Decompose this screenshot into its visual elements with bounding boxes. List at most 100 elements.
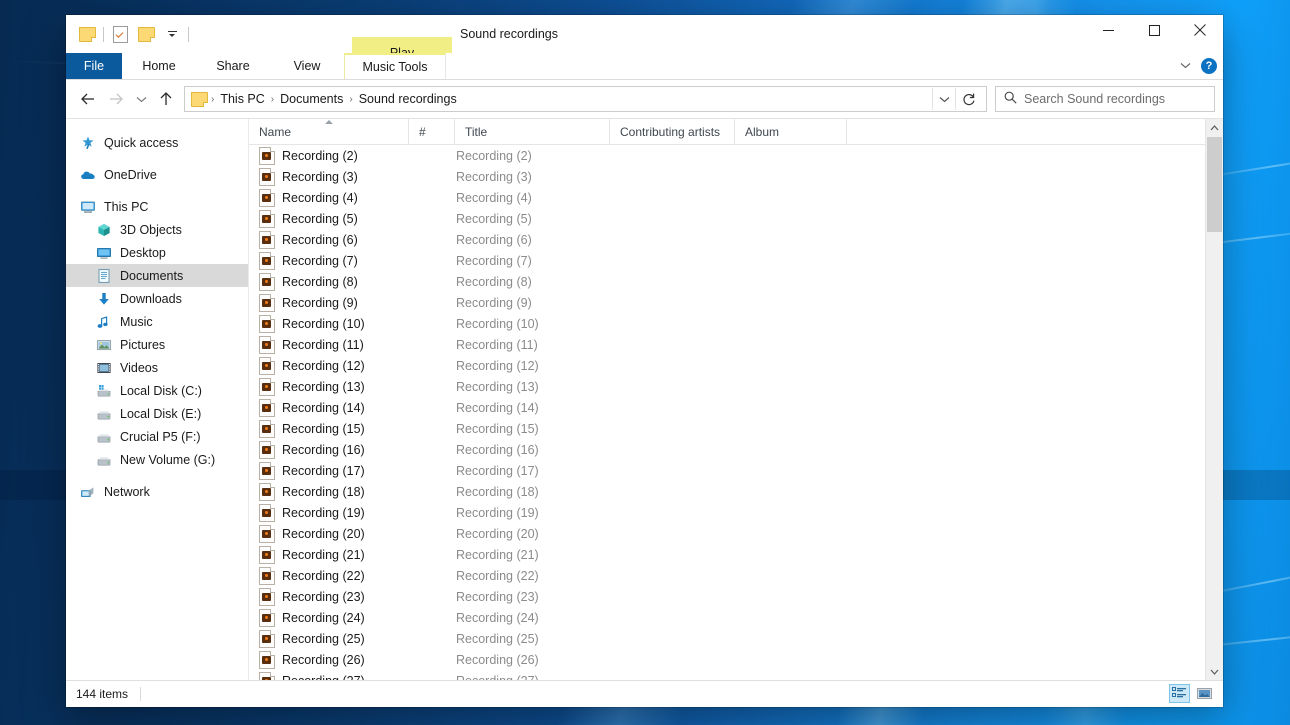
column-header-track-number[interactable]: # bbox=[409, 119, 455, 144]
table-row[interactable]: Recording (17) Recording (17) bbox=[249, 460, 1223, 481]
file-name-cell[interactable]: Recording (12) bbox=[249, 356, 409, 375]
search-input[interactable]: Search Sound recordings bbox=[995, 86, 1215, 112]
table-row[interactable]: Recording (15) Recording (15) bbox=[249, 418, 1223, 439]
table-row[interactable]: Recording (19) Recording (19) bbox=[249, 502, 1223, 523]
qat-new-folder-icon[interactable] bbox=[133, 21, 159, 47]
table-row[interactable]: Recording (18) Recording (18) bbox=[249, 481, 1223, 502]
table-row[interactable]: Recording (27)Recording (27) bbox=[249, 670, 1223, 680]
file-name-cell[interactable]: Recording (23) bbox=[249, 587, 409, 606]
sidebar-item-videos[interactable]: Videos bbox=[66, 356, 248, 379]
breadcrumb-item-this-pc[interactable]: This PC bbox=[215, 88, 269, 110]
sidebar-item-crucial-p5-f[interactable]: Crucial P5 (F:) bbox=[66, 425, 248, 448]
ribbon-tab-file[interactable]: File bbox=[66, 53, 122, 79]
file-rows-container[interactable]: Recording (2) Recording (2) Recording (3) R… bbox=[249, 145, 1223, 680]
sidebar-item-this-pc[interactable]: This PC bbox=[66, 195, 248, 218]
file-name-cell[interactable]: Recording (9) bbox=[249, 293, 409, 312]
qat-folder-icon[interactable] bbox=[74, 21, 100, 47]
back-arrow-icon[interactable] bbox=[74, 84, 102, 114]
sidebar-item-documents[interactable]: Documents bbox=[66, 264, 248, 287]
table-row[interactable]: Recording (3) Recording (3) bbox=[249, 166, 1223, 187]
address-dropdown-chevron-down-icon[interactable] bbox=[932, 88, 955, 110]
table-row[interactable]: Recording (24) Recording (24) bbox=[249, 607, 1223, 628]
file-name-cell[interactable]: Recording (2) bbox=[249, 146, 409, 165]
file-name-cell[interactable]: Recording (21) bbox=[249, 545, 409, 564]
refresh-icon[interactable] bbox=[955, 88, 982, 110]
file-name-cell[interactable]: Recording (3) bbox=[249, 167, 409, 186]
table-row[interactable]: Recording (2) Recording (2) bbox=[249, 145, 1223, 166]
maximize-button[interactable] bbox=[1131, 15, 1177, 45]
file-name-cell[interactable]: Recording (10) bbox=[249, 314, 409, 333]
file-name-cell[interactable]: Recording (20) bbox=[249, 524, 409, 543]
sidebar-item-desktop[interactable]: Desktop bbox=[66, 241, 248, 264]
sidebar-item-downloads[interactable]: Downloads bbox=[66, 287, 248, 310]
ribbon-tab-music-tools[interactable]: Music Tools bbox=[344, 53, 446, 79]
file-name-cell[interactable]: Recording (15) bbox=[249, 419, 409, 438]
sidebar-item-onedrive[interactable]: OneDrive bbox=[66, 163, 248, 186]
qat-properties-icon[interactable] bbox=[107, 21, 133, 47]
table-row[interactable]: Recording (26) Recording (26) bbox=[249, 649, 1223, 670]
table-row[interactable]: Recording (7) Recording (7) bbox=[249, 250, 1223, 271]
table-row[interactable]: Recording (16) Recording (16) bbox=[249, 439, 1223, 460]
ribbon-tab-view[interactable]: View bbox=[270, 53, 344, 79]
sidebar-item-local-disk-c[interactable]: Local Disk (C:) bbox=[66, 379, 248, 402]
sidebar-item-music[interactable]: Music bbox=[66, 310, 248, 333]
table-row[interactable]: Recording (10) Recording (10) bbox=[249, 313, 1223, 334]
file-name-cell[interactable]: Recording (22) bbox=[249, 566, 409, 585]
column-header-title[interactable]: Title bbox=[455, 119, 610, 144]
help-icon[interactable]: ? bbox=[1201, 58, 1217, 74]
table-row[interactable]: Recording (5) Recording (5) bbox=[249, 208, 1223, 229]
minimize-button[interactable] bbox=[1085, 15, 1131, 45]
file-name-cell[interactable]: Recording (27) bbox=[249, 671, 409, 680]
file-name-cell[interactable]: Recording (25) bbox=[249, 629, 409, 648]
column-header-name[interactable]: Name bbox=[249, 119, 409, 144]
file-name-cell[interactable]: Recording (13) bbox=[249, 377, 409, 396]
ribbon-tab-share[interactable]: Share bbox=[196, 53, 270, 79]
large-icons-view-button[interactable] bbox=[1194, 684, 1215, 703]
table-row[interactable]: Recording (22) Recording (22) bbox=[249, 565, 1223, 586]
up-arrow-icon[interactable] bbox=[152, 84, 180, 114]
qat-customize-dropdown[interactable] bbox=[159, 21, 185, 47]
table-row[interactable]: Recording (4) Recording (4) bbox=[249, 187, 1223, 208]
file-name-cell[interactable]: Recording (26) bbox=[249, 650, 409, 669]
file-name-cell[interactable]: Recording (5) bbox=[249, 209, 409, 228]
file-name-cell[interactable]: Recording (17) bbox=[249, 461, 409, 480]
table-row[interactable]: Recording (6) Recording (6) bbox=[249, 229, 1223, 250]
ribbon-tab-home[interactable]: Home bbox=[122, 53, 196, 79]
recent-locations-chevron-down-icon[interactable] bbox=[130, 84, 152, 114]
sidebar-item-network[interactable]: Network bbox=[66, 480, 248, 503]
table-row[interactable]: Recording (25) Recording (25) bbox=[249, 628, 1223, 649]
address-breadcrumb-field[interactable]: › This PC › Documents › Sound recordings bbox=[184, 86, 987, 112]
table-row[interactable]: Recording (21) Recording (21) bbox=[249, 544, 1223, 565]
file-name-cell[interactable]: Recording (19) bbox=[249, 503, 409, 522]
table-row[interactable]: Recording (23) Recording (23) bbox=[249, 586, 1223, 607]
file-name-cell[interactable]: Recording (8) bbox=[249, 272, 409, 291]
table-row[interactable]: Recording (8) Recording (8) bbox=[249, 271, 1223, 292]
file-name-cell[interactable]: Recording (11) bbox=[249, 335, 409, 354]
file-name-cell[interactable]: Recording (4) bbox=[249, 188, 409, 207]
scroll-down-arrow-icon[interactable] bbox=[1206, 663, 1223, 680]
scroll-up-arrow-icon[interactable] bbox=[1206, 119, 1223, 136]
sidebar-item-3d-objects[interactable]: 3D Objects bbox=[66, 218, 248, 241]
column-header-contributing-artists[interactable]: Contributing artists bbox=[610, 119, 735, 144]
breadcrumb-item-documents[interactable]: Documents bbox=[275, 88, 348, 110]
file-name-cell[interactable]: Recording (24) bbox=[249, 608, 409, 627]
file-name-cell[interactable]: Recording (14) bbox=[249, 398, 409, 417]
breadcrumb-item-sound-recordings[interactable]: Sound recordings bbox=[354, 88, 462, 110]
forward-arrow-icon[interactable] bbox=[102, 84, 130, 114]
scrollbar-thumb[interactable] bbox=[1207, 137, 1222, 232]
sidebar-item-local-disk-e[interactable]: Local Disk (E:) bbox=[66, 402, 248, 425]
table-row[interactable]: Recording (9) Recording (9) bbox=[249, 292, 1223, 313]
file-name-cell[interactable]: Recording (7) bbox=[249, 251, 409, 270]
sidebar-item-pictures[interactable]: Pictures bbox=[66, 333, 248, 356]
table-row[interactable]: Recording (12) Recording (12) bbox=[249, 355, 1223, 376]
details-view-button[interactable] bbox=[1169, 684, 1190, 703]
close-button[interactable] bbox=[1177, 15, 1223, 45]
table-row[interactable]: Recording (11) Recording (11) bbox=[249, 334, 1223, 355]
file-name-cell[interactable]: Recording (16) bbox=[249, 440, 409, 459]
file-name-cell[interactable]: Recording (6) bbox=[249, 230, 409, 249]
ribbon-collapse-chevron-down-icon[interactable] bbox=[1180, 60, 1191, 72]
table-row[interactable]: Recording (13) Recording (13) bbox=[249, 376, 1223, 397]
table-row[interactable]: Recording (14) Recording (14) bbox=[249, 397, 1223, 418]
file-name-cell[interactable]: Recording (18) bbox=[249, 482, 409, 501]
table-row[interactable]: Recording (20) Recording (20) bbox=[249, 523, 1223, 544]
